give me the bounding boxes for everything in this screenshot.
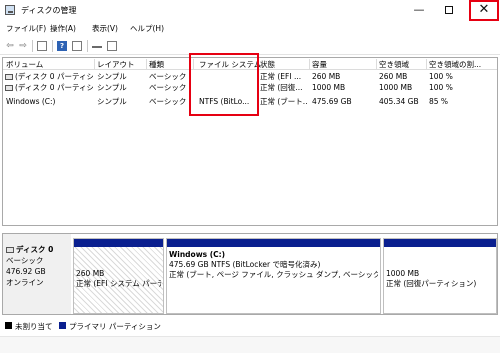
column-layout[interactable]: レイアウト [97,59,135,70]
cell-layout: シンプル [97,72,127,81]
legend-swatch-unallocated [5,322,12,329]
properties-icon[interactable] [72,41,82,51]
partition-recovery[interactable]: 1000 MB 正常 (回復パーティション) [383,238,497,314]
cell-status: 正常 (EFI ... [260,72,302,81]
partition-bar [384,239,496,247]
column-volume[interactable]: ボリューム [6,59,43,70]
cell-free-space: 405.34 GB [379,97,419,106]
partition-size: 1000 MB [386,269,420,278]
menu-help[interactable]: ヘルプ(H) [130,23,164,34]
toolbar-separator [32,40,33,52]
volume-icon [5,85,13,91]
forward-icon[interactable]: ⇨ [18,41,28,51]
partition-efi[interactable]: 260 MB 正常 (EFI システム パーテ [73,238,164,314]
partition-size: 475.69 GB NTFS (BitLocker で暗号化済み) [169,260,321,269]
toolbar-separator [52,40,53,52]
maximize-icon [445,6,453,14]
partition-bar [74,239,163,247]
cell-type: ベーシック [149,97,187,106]
volume-icon [5,74,13,80]
column-free-space[interactable]: 空き領域 [379,59,409,70]
cell-capacity: 260 MB [312,72,341,81]
cell-status: 正常 (ブート... [260,97,308,106]
file-system-highlight [189,53,259,116]
column-divider[interactable] [309,59,310,69]
partition-bar [167,239,380,247]
legend-unallocated: 未割り当て [15,322,53,331]
cell-capacity: 475.69 GB [312,97,352,106]
cell-free-space: 260 MB [379,72,408,81]
cell-layout: シンプル [97,83,127,92]
legend-swatch-primary [59,322,66,329]
partition-name: Windows (C:) [169,250,226,259]
view-icon[interactable] [107,41,117,51]
column-capacity[interactable]: 容量 [312,59,327,70]
console-tree-icon[interactable] [37,41,47,51]
partition-status: 正常 (ブート, ページ ファイル, クラッシュ ダンプ, ベーシック データ … [169,270,378,279]
partition-windows[interactable]: Windows (C:) 475.69 GB NTFS (BitLocker で… [166,238,381,314]
back-icon[interactable]: ⇦ [5,41,15,51]
window-title: ディスクの管理 [21,6,77,15]
cell-percent-free: 100 % [429,72,453,81]
disk-management-icon [5,5,15,15]
column-type[interactable]: 種類 [149,59,164,70]
cell-capacity: 1000 MB [312,83,346,92]
disk-type: ベーシック [6,256,44,265]
help-icon[interactable]: ? [57,41,67,51]
disk-size: 476.92 GB [6,267,46,276]
cell-status: 正常 (回復... [260,83,303,92]
cell-free-space: 1000 MB [379,83,413,92]
title-bar: ディスクの管理 — ✕ [0,0,500,21]
minimize-button[interactable]: — [407,0,431,21]
cell-percent-free: 85 % [429,97,449,106]
cell-layout: シンプル [97,97,127,106]
cell-type: ベーシック [149,72,187,81]
disk-name: ディスク 0 [16,245,54,254]
disk-info[interactable]: ディスク 0 ベーシック 476.92 GB オンライン [3,234,71,314]
cell-volume: Windows (C:) [6,97,56,106]
legend-primary-partition: プライマリ パーティション [69,322,161,331]
partition-size: 260 MB [76,269,105,278]
column-status[interactable]: 状態 [260,59,275,70]
column-divider[interactable] [146,59,147,69]
column-divider[interactable] [376,59,377,69]
disk-map: ディスク 0 ベーシック 476.92 GB オンライン 260 MB 正常 (… [2,233,498,315]
maximize-button[interactable] [437,0,461,21]
menu-bar: ファイル(F) 操作(A) 表示(V) ヘルプ(H) [0,21,500,36]
column-divider[interactable] [94,59,95,69]
menu-view[interactable]: 表示(V) [92,23,118,34]
cell-volume: (ディスク 0 パーティション 1) [15,72,93,81]
column-divider[interactable] [426,59,427,69]
legend: 未割り当て プライマリ パーティション [0,318,500,332]
menu-file[interactable]: ファイル(F) [6,23,46,34]
close-button[interactable]: ✕ [469,0,499,21]
column-percent-free[interactable]: 空き領域の割... [429,59,481,70]
menu-action[interactable]: 操作(A) [50,23,76,34]
toolbar-separator [87,40,88,52]
partition-status: 正常 (EFI システム パーテ [76,279,161,288]
disk-status: オンライン [6,278,44,287]
connect-icon[interactable] [92,41,102,48]
cell-type: ベーシック [149,83,187,92]
partition-status: 正常 (回復パーティション) [386,279,477,288]
cell-percent-free: 100 % [429,83,453,92]
status-bar [0,336,500,353]
cell-volume: (ディスク 0 パーティション 4) [15,83,93,92]
disk-icon [6,247,14,253]
